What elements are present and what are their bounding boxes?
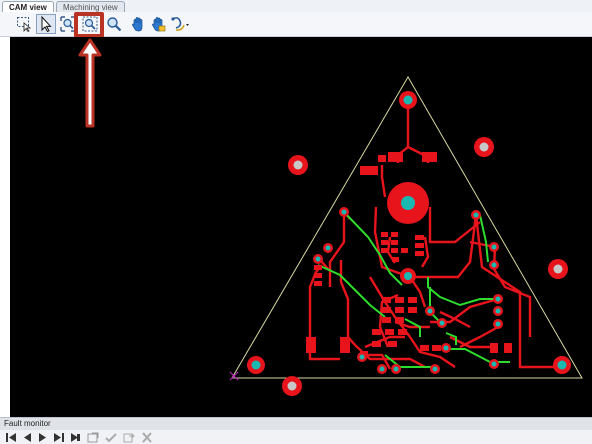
copper-traces — [308, 100, 560, 370]
via-pad — [399, 91, 417, 109]
via-pad — [437, 318, 447, 328]
pcb-canvas[interactable] — [10, 37, 592, 417]
zoom-icon — [107, 17, 122, 32]
pcb-layout-drawing — [229, 76, 583, 396]
via-pad — [493, 294, 503, 304]
large-pad — [387, 182, 429, 224]
route-options-dropdown[interactable] — [168, 14, 192, 34]
pan-drag-button[interactable] — [148, 14, 168, 34]
cancel-button[interactable] — [140, 431, 154, 444]
pointer-button[interactable] — [36, 14, 56, 34]
via-pad — [391, 364, 401, 374]
via-pad — [339, 207, 349, 217]
checkmark-icon — [105, 433, 117, 443]
via-pad — [400, 268, 416, 284]
route-options-icon — [171, 17, 189, 31]
via-pad — [489, 242, 499, 252]
via-pad — [288, 155, 308, 175]
origin-marker — [229, 371, 239, 381]
accept-button[interactable] — [104, 431, 118, 444]
stop-button[interactable] — [68, 431, 82, 444]
fault-monitor-bar[interactable]: Fault monitor — [0, 417, 592, 430]
via-pad — [471, 210, 481, 220]
via-pad — [474, 137, 494, 157]
chevron-down-icon — [186, 24, 189, 26]
stop-icon — [71, 433, 80, 442]
via-pad — [548, 259, 568, 279]
import-button[interactable] — [122, 431, 136, 444]
play-icon — [39, 433, 46, 442]
via-pad — [441, 343, 451, 353]
pointer-icon — [41, 16, 52, 32]
first-button[interactable] — [4, 431, 18, 444]
via-pad — [493, 319, 503, 329]
via-pad — [323, 243, 333, 253]
export-icon — [87, 432, 99, 443]
via-pad — [282, 376, 302, 396]
pan-hand-icon — [132, 17, 143, 32]
via-pad — [489, 359, 499, 369]
via-pad — [489, 260, 499, 270]
via-pad — [313, 254, 323, 264]
export-button[interactable] — [86, 431, 100, 444]
skip-first-icon — [6, 433, 16, 442]
via-pad — [425, 306, 435, 316]
via-pad — [553, 356, 571, 374]
rectangle-select-button[interactable] — [14, 14, 34, 34]
previous-button[interactable] — [20, 431, 34, 444]
via-pad — [430, 364, 440, 374]
rectangle-select-icon — [17, 17, 32, 32]
play-button[interactable] — [36, 431, 50, 444]
last-button[interactable] — [52, 431, 66, 444]
playback-controls — [0, 430, 592, 444]
via-pad — [493, 306, 503, 316]
via-pad — [357, 352, 367, 362]
previous-icon — [24, 433, 31, 442]
pan-drag-icon — [152, 17, 166, 32]
close-icon — [142, 432, 152, 443]
pan-button[interactable] — [128, 14, 148, 34]
via-pad — [247, 356, 265, 374]
skip-last-icon — [54, 433, 64, 442]
via-pad — [377, 364, 387, 374]
zoom-window-highlight — [74, 12, 104, 38]
import-icon — [123, 433, 135, 443]
zoom-button[interactable] — [104, 14, 124, 34]
